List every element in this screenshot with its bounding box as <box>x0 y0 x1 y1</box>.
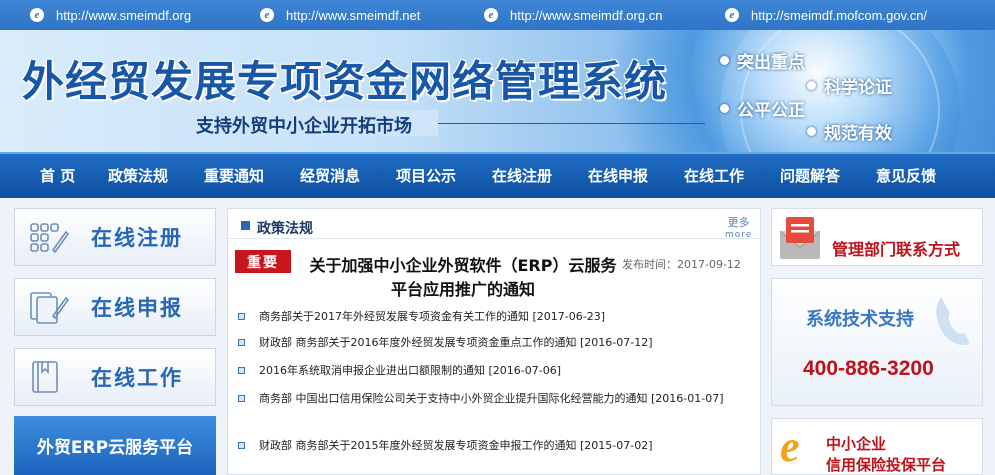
news-item[interactable]: 商务部关于2017年外经贸发展专项资金有关工作的通知 [2017-06-23] <box>238 308 750 326</box>
nav-policy[interactable]: 政策法规 <box>108 154 168 198</box>
square-bullet-icon <box>238 442 245 449</box>
online-work-button[interactable]: 在线工作 <box>14 348 216 406</box>
top-link-bar: e http://www.smeimdf.org e http://www.sm… <box>0 0 995 30</box>
nav-apply[interactable]: 在线申报 <box>588 154 648 198</box>
dot-icon <box>807 81 816 90</box>
top-link-mofcom[interactable]: e http://smeimdf.mofcom.gov.cn/ <box>725 6 927 24</box>
header-banner: 外经贸发展专项资金网络管理系统 支持外贸中小企业开拓市场 突出重点 科学论证 公… <box>0 30 995 152</box>
nav-register[interactable]: 在线注册 <box>492 154 552 198</box>
site-subtitle: 支持外贸中小企业开拓市场 <box>196 116 412 137</box>
more-link[interactable]: 更多 more <box>725 217 752 241</box>
nav-projects[interactable]: 项目公示 <box>396 154 456 198</box>
e-icon: e <box>484 8 498 22</box>
online-work-label: 在线工作 <box>91 366 183 390</box>
credit-insurance-platform-button[interactable]: e 中小企业 信用保险投保平台 <box>771 418 983 475</box>
square-bullet-icon <box>238 367 245 374</box>
envelope-icon <box>774 213 826 263</box>
banner-tag-label: 科学论证 <box>824 78 892 98</box>
nav-feedback[interactable]: 意见反馈 <box>876 154 936 198</box>
news-item-text: 2016年系统取消申报企业进出口额限制的通知 [2016-07-06] <box>259 364 561 377</box>
top-link-url: http://www.smeimdf.net <box>286 7 421 23</box>
e-icon: e <box>30 8 44 22</box>
dot-icon <box>720 104 729 113</box>
news-item[interactable]: 2016年系统取消申报企业进出口额限制的通知 [2016-07-06] <box>238 362 750 380</box>
policy-panel-header: 政策法规 更多 more <box>228 209 760 241</box>
news-item[interactable]: 商务部 中国出口信用保险公司关于支持中小外贸企业提升国际化经营能力的通知 [20… <box>238 390 750 408</box>
online-register-label: 在线注册 <box>91 226 183 250</box>
more-label: 更多 <box>727 216 750 229</box>
banner-tag: 规范有效 <box>807 119 892 144</box>
e-logo-icon: e <box>780 422 800 471</box>
news-item-text: 商务部关于2017年外经贸发展专项资金有关工作的通知 [2017-06-23] <box>259 310 605 323</box>
online-apply-button[interactable]: 在线申报 <box>14 278 216 336</box>
credit-insurance-line2: 信用保险投保平台 <box>826 456 947 474</box>
book-icon <box>29 360 69 394</box>
news-item-text: 财政部 商务部关于2016年度外经贸发展专项资金重点工作的通知 [2016-07… <box>259 336 653 349</box>
main-nav: 首 页 政策法规 重要通知 经贸消息 项目公示 在线注册 在线申报 在线工作 问… <box>0 152 995 198</box>
e-icon: e <box>260 8 274 22</box>
top-link-smeimdf-org[interactable]: e http://www.smeimdf.org <box>30 6 191 24</box>
credit-insurance-line1: 中小企业 <box>826 435 887 453</box>
square-bullet-icon <box>238 313 245 320</box>
square-bullet-icon <box>238 339 245 346</box>
phone-handset-icon <box>936 297 970 345</box>
top-link-smeimdf-org-cn[interactable]: e http://www.smeimdf.org.cn <box>484 6 662 24</box>
banner-tag-label: 突出重点 <box>737 53 805 73</box>
tech-support-phone: 400-886-3200 <box>803 357 934 380</box>
nav-faq[interactable]: 问题解答 <box>780 154 840 198</box>
headline-link[interactable]: 关于加强中小企业外贸软件（ERP）云服务平台应用推广的通知 <box>308 254 618 302</box>
nav-work[interactable]: 在线工作 <box>684 154 744 198</box>
top-link-smeimdf-net[interactable]: e http://www.smeimdf.net <box>260 6 420 24</box>
tech-support-box: 系统技术支持 400-886-3200 <box>771 278 983 406</box>
banner-tag: 突出重点 <box>720 48 805 73</box>
publish-time: 发布时间：2017-09-12 <box>622 258 741 271</box>
policy-panel: 政策法规 更多 more 重要 关于加强中小企业外贸软件（ERP）云服务平台应用… <box>227 208 761 475</box>
contact-department-label: 管理部门联系方式 <box>832 240 961 259</box>
tech-support-label: 系统技术支持 <box>806 309 914 330</box>
nav-home[interactable]: 首 页 <box>40 154 75 198</box>
banner-tag: 科学论证 <box>807 73 892 98</box>
top-link-url: http://smeimdf.mofcom.gov.cn/ <box>751 7 928 23</box>
news-item[interactable]: 财政部 商务部关于2015年度外经贸发展专项资金申报工作的通知 [2015-07… <box>238 437 750 455</box>
dot-icon <box>720 56 729 65</box>
more-label-en: more <box>725 230 753 240</box>
dot-icon <box>807 127 816 136</box>
document-pen-icon <box>29 290 70 324</box>
news-item[interactable]: 财政部 商务部关于2016年度外经贸发展专项资金重点工作的通知 [2016-07… <box>238 334 750 352</box>
news-item-text: 财政部 商务部关于2015年度外经贸发展专项资金申报工作的通知 [2015-07… <box>259 439 653 452</box>
erp-cloud-platform-banner[interactable]: 外贸ERP云服务平台 <box>14 416 216 475</box>
nav-trade-news[interactable]: 经贸消息 <box>300 154 360 198</box>
news-item-text: 商务部 中国出口信用保险公司关于支持中小外贸企业提升国际化经营能力的通知 [20… <box>259 392 724 405</box>
grid-pencil-icon <box>29 220 70 254</box>
contact-department-button[interactable]: 管理部门联系方式 <box>771 208 983 266</box>
e-icon: e <box>725 8 739 22</box>
nav-notices[interactable]: 重要通知 <box>204 154 264 198</box>
policy-panel-title: 政策法规 <box>257 221 313 237</box>
online-register-button[interactable]: 在线注册 <box>14 208 216 266</box>
site-title: 外经贸发展专项资金网络管理系统 <box>22 57 668 106</box>
square-bullet-icon <box>241 221 250 230</box>
banner-tag-label: 公平公正 <box>737 101 805 121</box>
banner-tag-label: 规范有效 <box>824 124 892 144</box>
banner-tag: 公平公正 <box>720 96 805 121</box>
top-link-url: http://www.smeimdf.org <box>56 7 192 23</box>
important-badge: 重要 <box>235 250 291 273</box>
square-bullet-icon <box>238 395 245 402</box>
top-link-url: http://www.smeimdf.org.cn <box>510 7 663 23</box>
online-apply-label: 在线申报 <box>91 296 183 320</box>
